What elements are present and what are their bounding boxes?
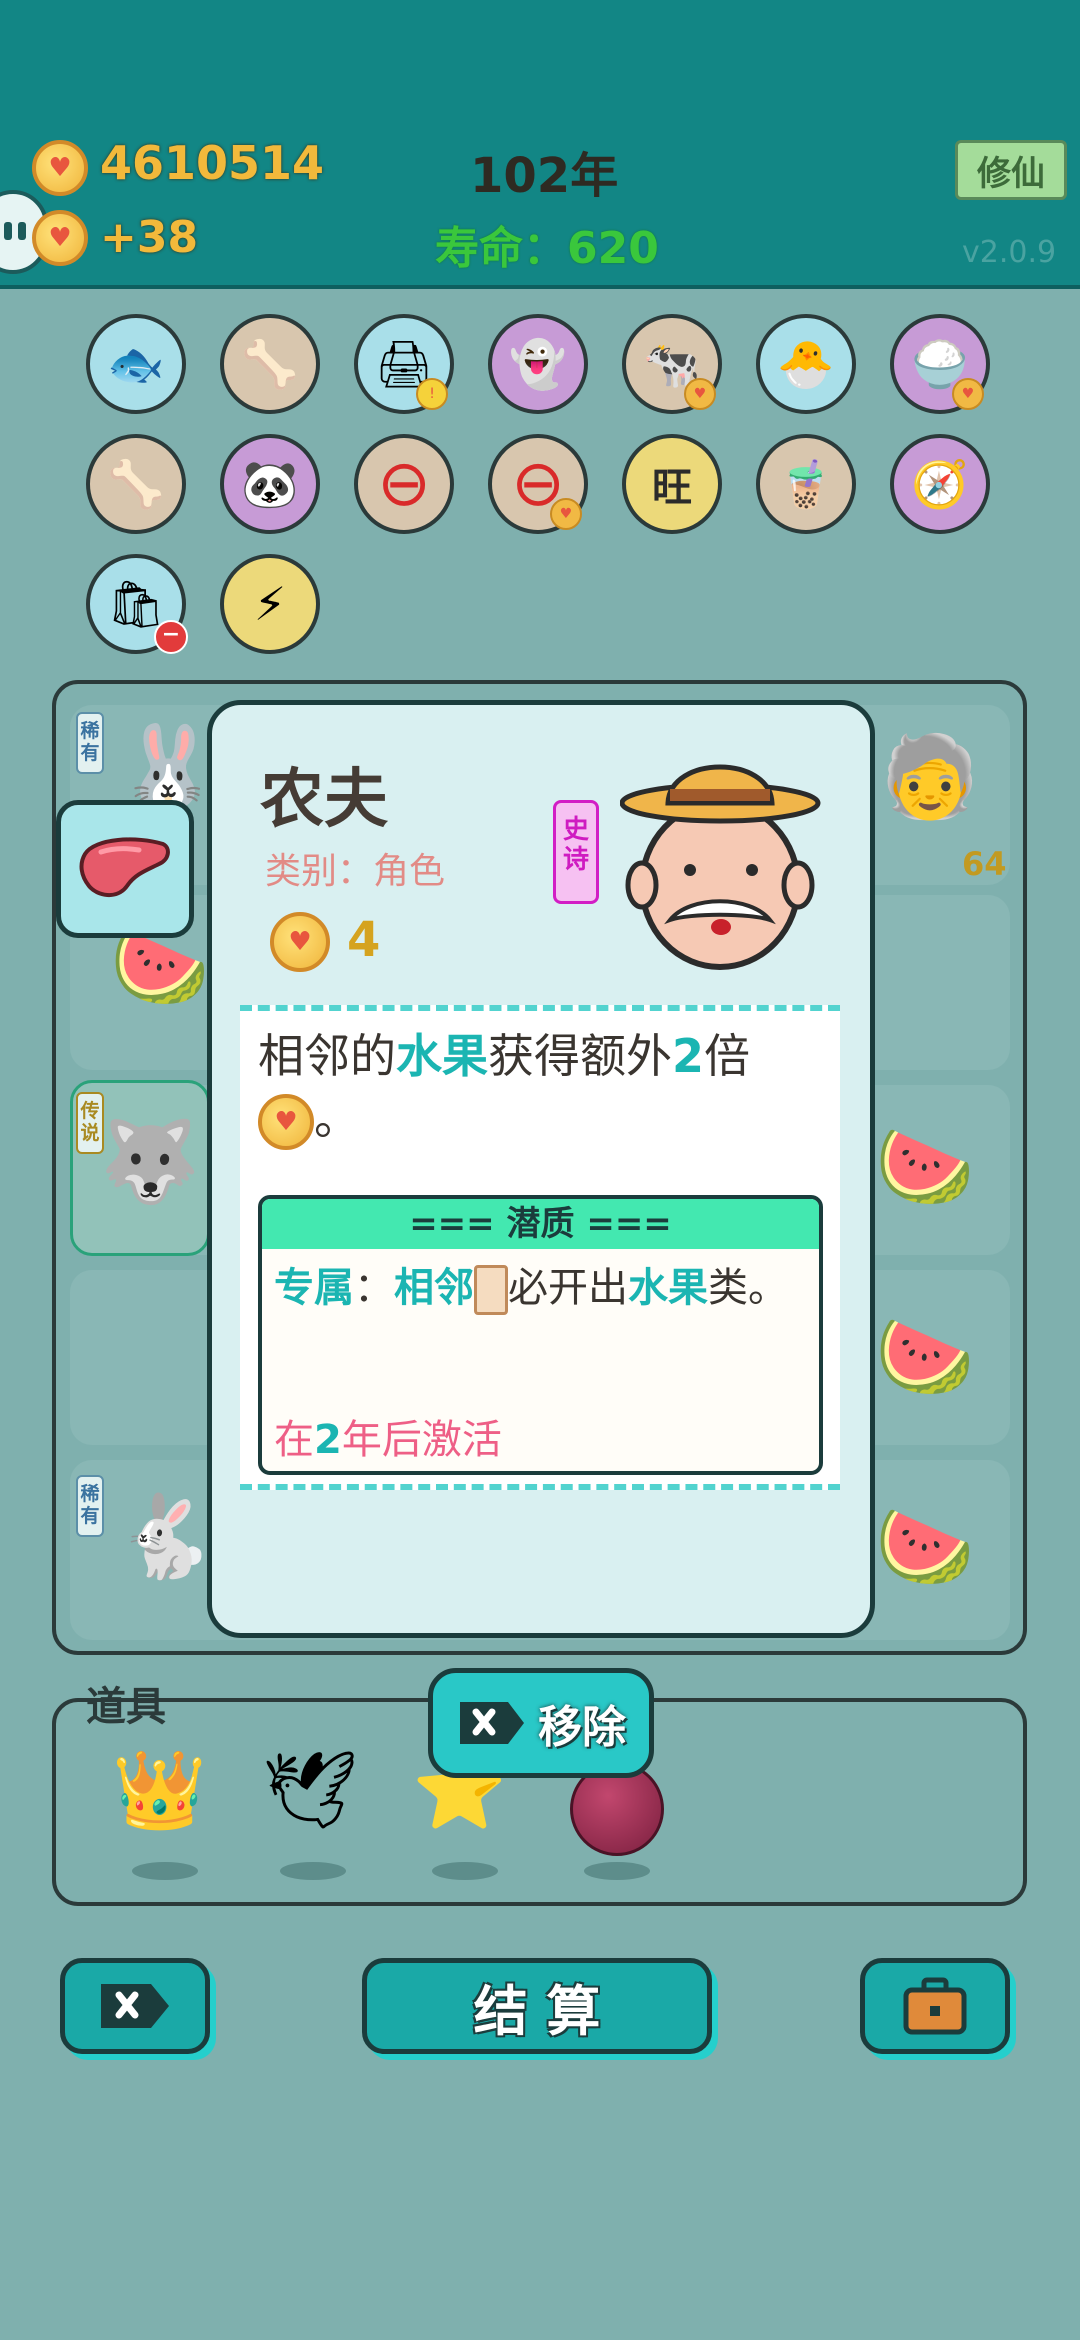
act-text: 在 — [274, 1417, 314, 1463]
coin-badge-icon: ♥ — [684, 378, 716, 410]
no-entry-icon[interactable]: ⊖ — [354, 434, 454, 534]
pot-adjacent: 相邻 — [394, 1265, 474, 1311]
warning-badge-icon: ! — [416, 378, 448, 410]
no-entry-icon[interactable]: ⊖ ♥ — [488, 434, 588, 534]
potential-header: === 潜质 === — [262, 1199, 819, 1249]
bubble-tea-icon[interactable]: 🧋 — [756, 434, 856, 534]
rarity-tag-rare: 稀有 — [76, 1475, 104, 1537]
liver-button[interactable] — [56, 800, 194, 938]
liver-icon — [79, 837, 170, 897]
card-title: 农夫 — [260, 763, 388, 837]
desc-text: 倍 — [704, 1029, 751, 1083]
cow-pair-icon[interactable]: 🐄 ♥ — [622, 314, 722, 414]
lightning-icon[interactable]: ⚡ — [220, 554, 320, 654]
potential-text: 专属：相邻 必开出水果类。 — [274, 1259, 814, 1317]
minus-badge-icon: − — [154, 620, 188, 654]
settle-label: 结 算 — [473, 1979, 601, 2043]
tool-shadow — [280, 1862, 346, 1880]
potential-box: === 潜质 === 专属：相邻 必开出水果类。 在2年后激活 — [258, 1195, 823, 1475]
cultivate-button[interactable]: 修仙 — [955, 140, 1067, 200]
farmer-icon — [619, 764, 821, 970]
income-coin-icon: ♥ — [32, 210, 88, 266]
tool-shadow — [432, 1862, 498, 1880]
coin-badge-icon: ♥ — [550, 498, 582, 530]
slot-value: 64 — [962, 845, 1007, 883]
remove-label: 移除 — [538, 1702, 626, 1753]
activation-note: 在2年后激活 — [274, 1407, 502, 1465]
panda-icon[interactable]: 🐼 — [220, 434, 320, 534]
coin-icon: ♥ — [32, 140, 88, 196]
desc-text: 。 — [314, 1091, 360, 1145]
chick-egg-icon[interactable]: 🐣 — [756, 314, 856, 414]
wang-tiles-icon[interactable]: 旺 — [622, 434, 722, 534]
rice-bowl-icon[interactable]: 🍚 ♥ — [890, 314, 990, 414]
briefcase-icon — [903, 1977, 967, 2035]
husky-king-icon[interactable]: 🐺 — [100, 1115, 200, 1209]
box-icon — [474, 1265, 508, 1315]
inventory-button[interactable] — [860, 1958, 1010, 2054]
coin-total: 4610514 — [100, 136, 325, 190]
discard-button[interactable] — [60, 1958, 210, 2054]
pot-text: ： — [354, 1265, 394, 1311]
tools-label: 道具 — [86, 1684, 166, 1730]
rarity-tag-epic: 史诗 — [553, 800, 599, 904]
ghost-icon[interactable]: 👻 — [488, 314, 588, 414]
desc-multiplier: 2 — [672, 1029, 705, 1083]
old-man-glasses-icon[interactable]: 🧓 — [880, 730, 980, 824]
card-description: 相邻的水果获得额外2倍 ♥。 — [258, 1025, 818, 1150]
fishbowl-icon[interactable]: 🐟 — [86, 314, 186, 414]
watermelon-icon[interactable]: 🍉 — [875, 1500, 975, 1594]
dog-food-bowl-icon[interactable]: 🦴 — [86, 434, 186, 534]
version-label: v2.0.9 — [962, 235, 1057, 270]
printer-icon[interactable]: 🖨! — [354, 314, 454, 414]
lifespan-counter: 寿命：620 — [435, 223, 659, 274]
act-text: 年后激活 — [341, 1417, 502, 1463]
dove-icon[interactable]: 🕊 — [262, 1745, 358, 1835]
card-category: 类别：角色 — [265, 851, 446, 892]
card-value: 4 — [347, 912, 381, 968]
pot-exclusive: 专属 — [274, 1265, 354, 1311]
close-icon — [101, 1984, 169, 2028]
act-years: 2 — [314, 1417, 342, 1463]
desc-text: 相邻的 — [258, 1029, 396, 1083]
garbage-bag-icon[interactable]: 🛍 − — [86, 554, 188, 654]
crown-icon[interactable]: 👑 — [112, 1745, 207, 1835]
tool-shadow — [132, 1862, 198, 1880]
rabbit-icon[interactable]: 🐇 — [115, 1490, 215, 1584]
close-icon — [460, 1702, 524, 1744]
watermelon-icon[interactable]: 🍉 — [875, 1120, 975, 1214]
remove-button[interactable]: 移除 — [428, 1668, 654, 1778]
watermelon-icon[interactable]: 🍉 — [875, 1310, 975, 1404]
year-counter: 102年 — [470, 148, 619, 204]
rarity-tag-rare: 稀有 — [76, 712, 104, 774]
compass-icon[interactable]: 🧭 — [890, 434, 990, 534]
desc-coin-icon: ♥ — [258, 1093, 314, 1150]
tool-shadow — [584, 1862, 650, 1880]
pot-text: 必开出 — [508, 1265, 628, 1311]
desc-fruit: 水果 — [396, 1029, 488, 1083]
pet-food-bowl-icon[interactable]: 🦴 — [220, 314, 320, 414]
settle-button[interactable]: 结 算 — [362, 1958, 712, 2054]
coin-badge-icon: ♥ — [952, 378, 984, 410]
farmer-portrait — [619, 745, 830, 979]
desc-text: 获得额外 — [488, 1029, 672, 1083]
pot-fruit: 水果 — [628, 1265, 708, 1311]
coin-income: +38 — [100, 212, 199, 263]
card-coin-icon: ♥ — [270, 912, 330, 972]
pot-text: 类。 — [708, 1265, 788, 1311]
